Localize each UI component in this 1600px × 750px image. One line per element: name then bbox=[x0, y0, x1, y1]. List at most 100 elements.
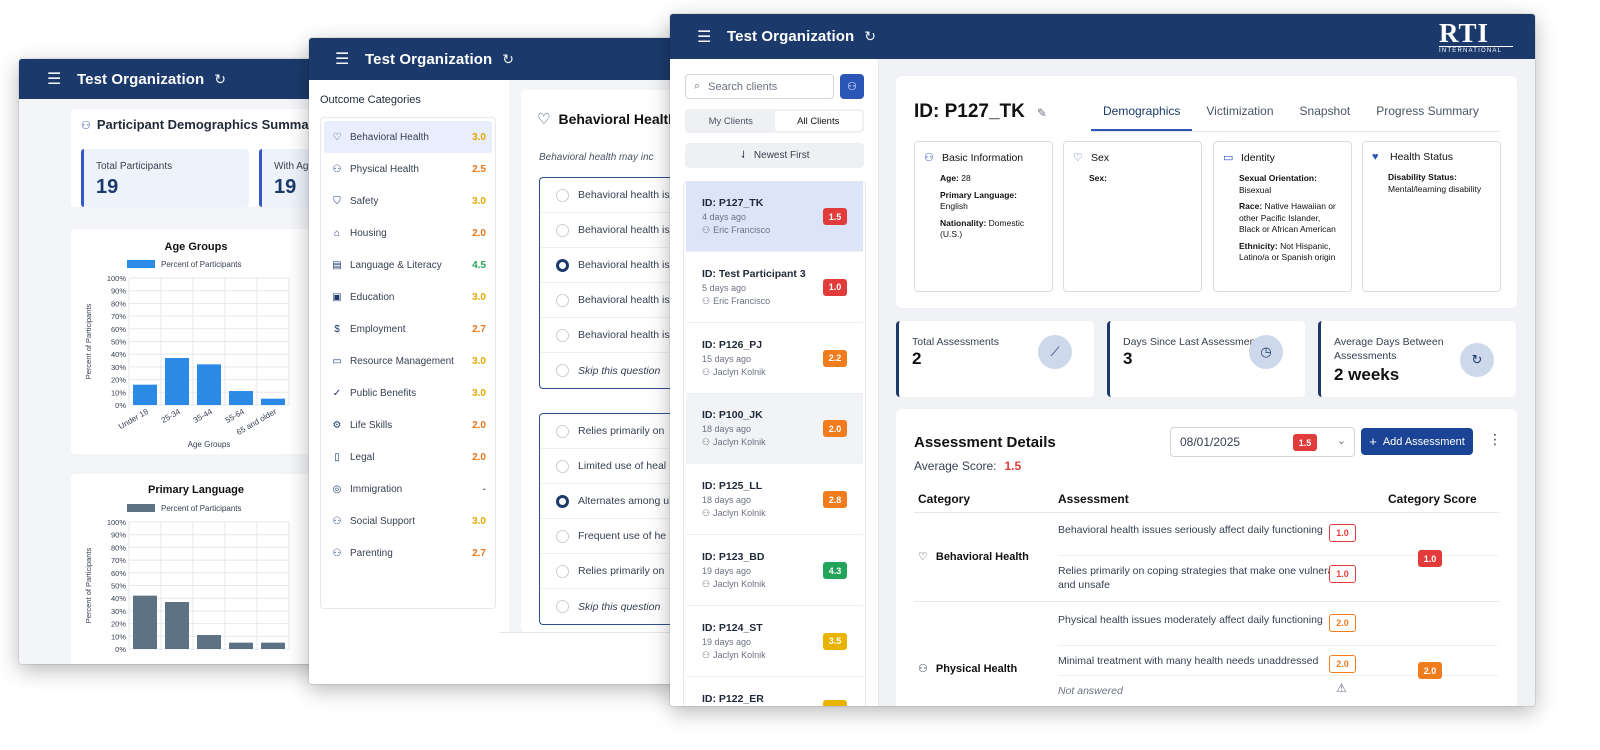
menu-icon[interactable]: ☰ bbox=[47, 69, 65, 89]
average-score: Average Score: 1.5 bbox=[914, 459, 1022, 473]
radio-button[interactable] bbox=[556, 258, 569, 272]
client-list-item[interactable]: ID: P125_LL 18 days ago ⚇ Jaclyn Kolnik 2.8 bbox=[686, 465, 863, 536]
answer-option[interactable]: Behavioral health is bbox=[540, 283, 679, 318]
radio-button[interactable] bbox=[556, 564, 569, 578]
edit-icon[interactable]: ✎ bbox=[1037, 106, 1047, 120]
add-assessment-button[interactable]: + Add Assessment bbox=[1361, 428, 1473, 455]
refresh-icon[interactable]: ↻ bbox=[864, 28, 876, 45]
client-score-badge: 2.2 bbox=[823, 349, 847, 367]
date-score-badge: 1.5 bbox=[1293, 434, 1317, 451]
skip-option[interactable]: Skip this question bbox=[540, 589, 679, 624]
category-item[interactable]: ⛉ Safety 3.0 bbox=[324, 185, 492, 217]
category-item[interactable]: $ Employment 2.7 bbox=[324, 313, 492, 345]
answer-option[interactable]: Behavioral health is bbox=[540, 213, 679, 248]
answer-option[interactable]: Alternates among u bbox=[540, 484, 679, 519]
metric-total-assessments: Total Assessments 2 ⟋ bbox=[896, 321, 1094, 397]
menu-icon[interactable]: ☰ bbox=[335, 49, 353, 69]
tab-progress-summary[interactable]: Progress Summary bbox=[1364, 96, 1491, 131]
radio-button[interactable] bbox=[556, 364, 569, 377]
radio-button[interactable] bbox=[556, 293, 569, 307]
radio-button[interactable] bbox=[556, 328, 569, 342]
category-item[interactable]: ⚇ Social Support 3.0 bbox=[324, 505, 492, 537]
category-item[interactable]: ♡ Behavioral Health 3.0 bbox=[324, 121, 492, 153]
category-score-badge: 2.0 bbox=[1418, 662, 1442, 679]
client-list-item[interactable]: ID: P126_PJ 15 days ago ⚇ Jaclyn Kolnik 2.2 bbox=[686, 324, 863, 394]
identity-card: ▭ Identity Sexual Orientation: Bisexual Ra… bbox=[1213, 141, 1352, 292]
tab-demographics[interactable]: Demographics bbox=[1091, 96, 1193, 131]
client-id: ID: P123_BD bbox=[702, 551, 765, 563]
refresh-icon[interactable]: ↻ bbox=[502, 51, 514, 68]
answer-option[interactable]: Limited use of heal bbox=[540, 449, 679, 484]
add-client-button[interactable]: ⚇ bbox=[840, 74, 864, 99]
chevron-down-icon: ⌄ bbox=[1336, 435, 1346, 447]
radio-button[interactable] bbox=[556, 188, 569, 202]
client-list-item[interactable]: ID: P123_BD 19 days ago ⚇ Jaclyn Kolnik 4.3 bbox=[686, 536, 863, 606]
more-options-icon[interactable]: ⋮ bbox=[1488, 431, 1502, 448]
radio-button[interactable] bbox=[556, 529, 569, 543]
client-list-item[interactable]: ID: P124_ST 19 days ago ⚇ Jaclyn Kolnik 3.5 bbox=[686, 607, 863, 677]
category-item[interactable]: ⚙ Life Skills 2.0 bbox=[324, 409, 492, 441]
client-filter-toggle: My Clients All Clients bbox=[685, 109, 864, 133]
assessment-date-select[interactable]: 08/01/2025 1.5 ⌄ bbox=[1170, 427, 1355, 457]
client-list-item[interactable]: ID: P127_TK 4 days ago ⚇ Eric Francisco 1.5 bbox=[686, 182, 863, 252]
document-icon: ▯ bbox=[334, 451, 340, 463]
bar bbox=[261, 398, 285, 405]
app-header: ☰ Test Organization ↻ bbox=[19, 59, 319, 99]
client-list-item[interactable]: ID: Test Participant 3 5 days ago ⚇ Eric Fr… bbox=[686, 253, 863, 323]
client-list-item[interactable]: ID: P122_ER bbox=[686, 678, 863, 706]
radio-button[interactable] bbox=[556, 600, 569, 613]
my-clients-tab[interactable]: My Clients bbox=[687, 111, 775, 131]
y-tick-label: 50% bbox=[111, 338, 126, 347]
category-item[interactable]: ▣ Education 3.0 bbox=[324, 281, 492, 313]
tab-snapshot[interactable]: Snapshot bbox=[1288, 96, 1363, 131]
answer-option[interactable]: Behavioral health is bbox=[540, 178, 679, 213]
sort-button[interactable]: ⇃ Newest First bbox=[685, 143, 864, 168]
categories-pane: Outcome Categories ♡ Behavioral Health 3.0… bbox=[309, 80, 509, 684]
category-item[interactable]: ◎ Immigration - bbox=[324, 473, 492, 505]
client-score-badge: 2.8 bbox=[823, 491, 847, 509]
gear-icon: ⚙ bbox=[332, 419, 342, 431]
bar bbox=[133, 384, 157, 405]
y-tick-label: 30% bbox=[111, 607, 126, 616]
category-item[interactable]: ⚇ Physical Health 2.5 bbox=[324, 153, 492, 185]
category-item[interactable]: ▭ Resource Management 3.0 bbox=[324, 345, 492, 377]
legend-swatch bbox=[127, 260, 155, 268]
category-item[interactable]: ⚇ Parenting 2.7 bbox=[324, 537, 492, 569]
heart-icon: ♡ bbox=[537, 111, 551, 128]
client-last-updated: 4 days ago bbox=[702, 212, 747, 222]
age-groups-chart-card: Age Groups Percent of Participants 0% 10% 2… bbox=[71, 229, 319, 454]
category-score: 3.0 bbox=[472, 291, 486, 303]
answer-option[interactable]: Relies primarily on bbox=[540, 414, 679, 449]
question-pane: ♡ Behavioral Health Behavioral health may… bbox=[521, 90, 679, 632]
user-icon: ⚇ bbox=[702, 579, 711, 589]
category-item[interactable]: ✓ Public Benefits 3.0 bbox=[324, 377, 492, 409]
score-badge: 1.0 bbox=[1329, 524, 1356, 542]
col-category: Category bbox=[918, 492, 971, 506]
radio-button[interactable] bbox=[556, 459, 569, 473]
answer-option[interactable]: Behavioral health is bbox=[540, 318, 679, 353]
col-assessment: Assessment bbox=[1058, 492, 1129, 506]
radio-button[interactable] bbox=[556, 424, 569, 438]
category-item[interactable]: ⌂ Housing 2.0 bbox=[324, 217, 492, 249]
heart-icon: ♡ bbox=[918, 551, 928, 563]
category-item[interactable]: ▯ Legal 2.0 bbox=[324, 441, 492, 473]
client-list-item[interactable]: ID: P100_JK 18 days ago ⚇ Jaclyn Kolnik 2.0 bbox=[686, 394, 863, 465]
refresh-icon[interactable]: ↻ bbox=[214, 71, 226, 88]
tab-victimization[interactable]: Victimization bbox=[1194, 96, 1285, 131]
radio-button[interactable] bbox=[556, 223, 569, 237]
option-text: Relies primarily on bbox=[578, 425, 665, 437]
id-card-icon: ▭ bbox=[1223, 152, 1234, 164]
menu-icon[interactable]: ☰ bbox=[697, 27, 715, 47]
answer-option[interactable]: Frequent use of he bbox=[540, 519, 679, 554]
warning-icon: ⚠ bbox=[1336, 681, 1347, 695]
search-input[interactable]: ⌕ Search clients bbox=[685, 74, 834, 99]
org-name: Test Organization bbox=[365, 50, 493, 68]
answer-option[interactable]: Behavioral health is bbox=[540, 248, 679, 283]
radio-button[interactable] bbox=[556, 494, 569, 508]
assessment-row: Minimal treatment with many health needs… bbox=[1058, 655, 1319, 667]
section-description: Behavioral health may inc bbox=[539, 152, 654, 163]
category-item[interactable]: ▤ Language & Literacy 4.5 bbox=[324, 249, 492, 281]
all-clients-tab[interactable]: All Clients bbox=[774, 111, 862, 131]
answer-option[interactable]: Relies primarily on bbox=[540, 554, 679, 589]
skip-option[interactable]: Skip this question bbox=[540, 353, 679, 388]
